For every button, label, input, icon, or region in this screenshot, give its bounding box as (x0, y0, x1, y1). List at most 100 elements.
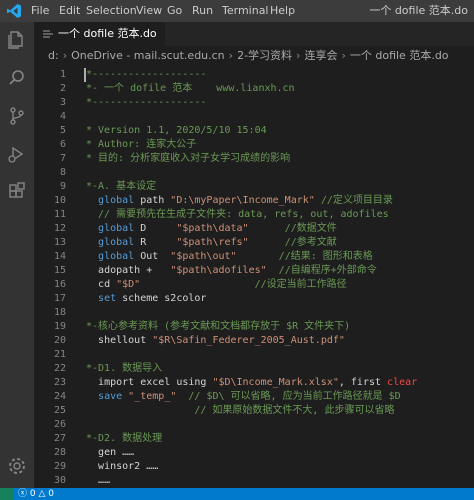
code-token: winsor2 …… (98, 461, 159, 472)
code-line: 2 *- 一个 dofile 范本 www.lianxh.cn (34, 82, 474, 96)
line-number: 27 (53, 433, 66, 444)
code-editor[interactable]: 1 *------------------- 2 *- 一个 dofile 范本 ww… (34, 66, 474, 488)
code-text: global R "$path\refs" //参考文献 (86, 236, 337, 250)
code-token: // 如果原始数据文件不大, 此步骤可以省略 (86, 405, 395, 416)
breadcrumb-file[interactable]: 一个 dofile 范本.do (350, 46, 449, 66)
chevron-right-icon: › (296, 49, 301, 62)
tab-label: 一个 dofile 范本.do (58, 27, 157, 40)
line-number: 29 (53, 461, 66, 472)
code-token: *- 一个 dofile 范本 www.lianxh.cn (86, 83, 295, 94)
code-token: save (98, 391, 123, 402)
code-token: *------------------- (86, 97, 207, 108)
line-number: 20 (53, 335, 66, 346)
line-number: 22 (53, 363, 66, 374)
settings-gear-icon[interactable] (5, 454, 29, 478)
tab-dofile[interactable]: 一个 dofile 范本.do (34, 22, 165, 46)
remote-indicator-icon[interactable] (0, 488, 14, 500)
breadcrumb-drive[interactable]: d: (34, 46, 59, 66)
menu-view[interactable]: View (136, 0, 162, 22)
menu-selection[interactable]: Selection (86, 0, 137, 22)
menu-help[interactable]: Help (270, 0, 295, 22)
code-token: "$D" (116, 279, 141, 290)
code-token: global (98, 251, 135, 262)
code-token: "_temp_" (128, 391, 177, 402)
line-number: 7 (59, 153, 66, 164)
code-token: clear (387, 377, 418, 388)
code-token: cd (98, 279, 111, 290)
code-token: //设定当前工作路径 (140, 279, 347, 290)
breadcrumb-folder[interactable]: 2-学习资料 (237, 46, 292, 66)
title-bar: File Edit Selection View Go Run Terminal… (0, 0, 474, 22)
search-icon[interactable] (5, 66, 29, 90)
code-text: * Author: 连家大公子 (86, 138, 196, 152)
code-text: cd "$D" //设定当前工作路径 (86, 278, 347, 292)
code-text: * Version 1.1, 2020/5/10 15:04 (86, 124, 267, 138)
code-text: *-D1. 数据导入 (86, 362, 162, 376)
line-number: 15 (53, 265, 66, 276)
menu-go[interactable]: Go (167, 0, 182, 22)
explorer-icon[interactable] (5, 28, 29, 52)
code-token: *-核心参考资料 (参考文献和文档都存放于 $R 文件夹下) (86, 321, 351, 332)
code-token: gen …… (98, 447, 135, 458)
code-token: "$D\Income_Mark.xlsx" (212, 377, 339, 388)
code-text: *------------------- (86, 96, 206, 110)
line-number: 23 (53, 377, 66, 388)
code-line: 1 *------------------- (34, 68, 474, 82)
code-token: *-D2. 数据处理 (86, 433, 163, 444)
code-line: 12 global D "$path\data" //数据文件 (34, 222, 474, 236)
error-count[interactable]: ⓧ 0 △ 0 (18, 488, 54, 500)
menu-terminal[interactable]: Terminal (222, 0, 269, 22)
code-line: 13 global R "$path\refs" //参考文献 (34, 236, 474, 250)
code-token: "D:\myPaper\Income_Mark" (170, 195, 315, 206)
code-text: *------------------- (86, 68, 206, 82)
breadcrumb-onedrive[interactable]: OneDrive - mail.scut.edu.cn (71, 46, 225, 66)
line-number: 5 (59, 125, 66, 136)
code-text: …… (86, 474, 110, 488)
chevron-right-icon: › (228, 49, 234, 62)
menu-run[interactable]: Run (192, 0, 213, 22)
line-number: 19 (53, 321, 66, 332)
line-number: 1 (59, 69, 66, 80)
line-number: 13 (53, 237, 66, 248)
code-token: "$path\refs" (176, 237, 249, 248)
code-token: + (140, 265, 171, 276)
code-line: 11 // 需要预先在生成子文件夹: data, refs, out, adof… (34, 208, 474, 222)
line-number: 21 (53, 349, 66, 360)
file-icon (43, 30, 53, 38)
vscode-logo-icon (7, 4, 21, 18)
code-line: 24 save "_temp_" // $D\ 可以省略, 应为当前工作路径就是… (34, 390, 474, 404)
code-line: 18 (34, 306, 474, 320)
code-line: 20 shellout "$R\Safin_Federer_2005_Aust.… (34, 334, 474, 348)
code-line: 6 * Author: 连家大公子 (34, 138, 474, 152)
line-number: 25 (53, 405, 66, 416)
code-line: 22 *-D1. 数据导入 (34, 362, 474, 376)
run-debug-icon[interactable] (5, 142, 29, 166)
line-number: 14 (53, 251, 66, 262)
code-line: 26 (34, 418, 474, 432)
code-line: 19 *-核心参考资料 (参考文献和文档都存放于 $R 文件夹下) (34, 320, 474, 334)
warnings-value: 0 (48, 489, 54, 499)
code-token: //结果: 图形和表格 (236, 251, 373, 262)
code-text: // 需要预先在生成子文件夹: data, refs, out, adofile… (86, 208, 389, 222)
source-control-icon[interactable] (5, 104, 29, 128)
code-text: global path "D:\myPaper\Income_Mark" //定… (86, 194, 393, 208)
breadcrumb-subfolder[interactable]: 连享会 (304, 46, 337, 66)
line-number: 17 (53, 293, 66, 304)
code-line: 16 cd "$D" //设定当前工作路径 (34, 278, 474, 292)
code-token: D (134, 223, 177, 234)
menu-edit[interactable]: Edit (59, 0, 80, 22)
text-cursor (84, 68, 86, 82)
code-line: 7 * 目的: 分析家庭收入对子女学习成绩的影响 (34, 152, 474, 166)
extensions-icon[interactable] (5, 180, 29, 204)
chevron-right-icon: › (341, 49, 346, 62)
line-number: 10 (53, 195, 66, 206)
window-title: 一个 dofile 范本.do (369, 4, 468, 17)
menu-file[interactable]: File (31, 0, 49, 22)
